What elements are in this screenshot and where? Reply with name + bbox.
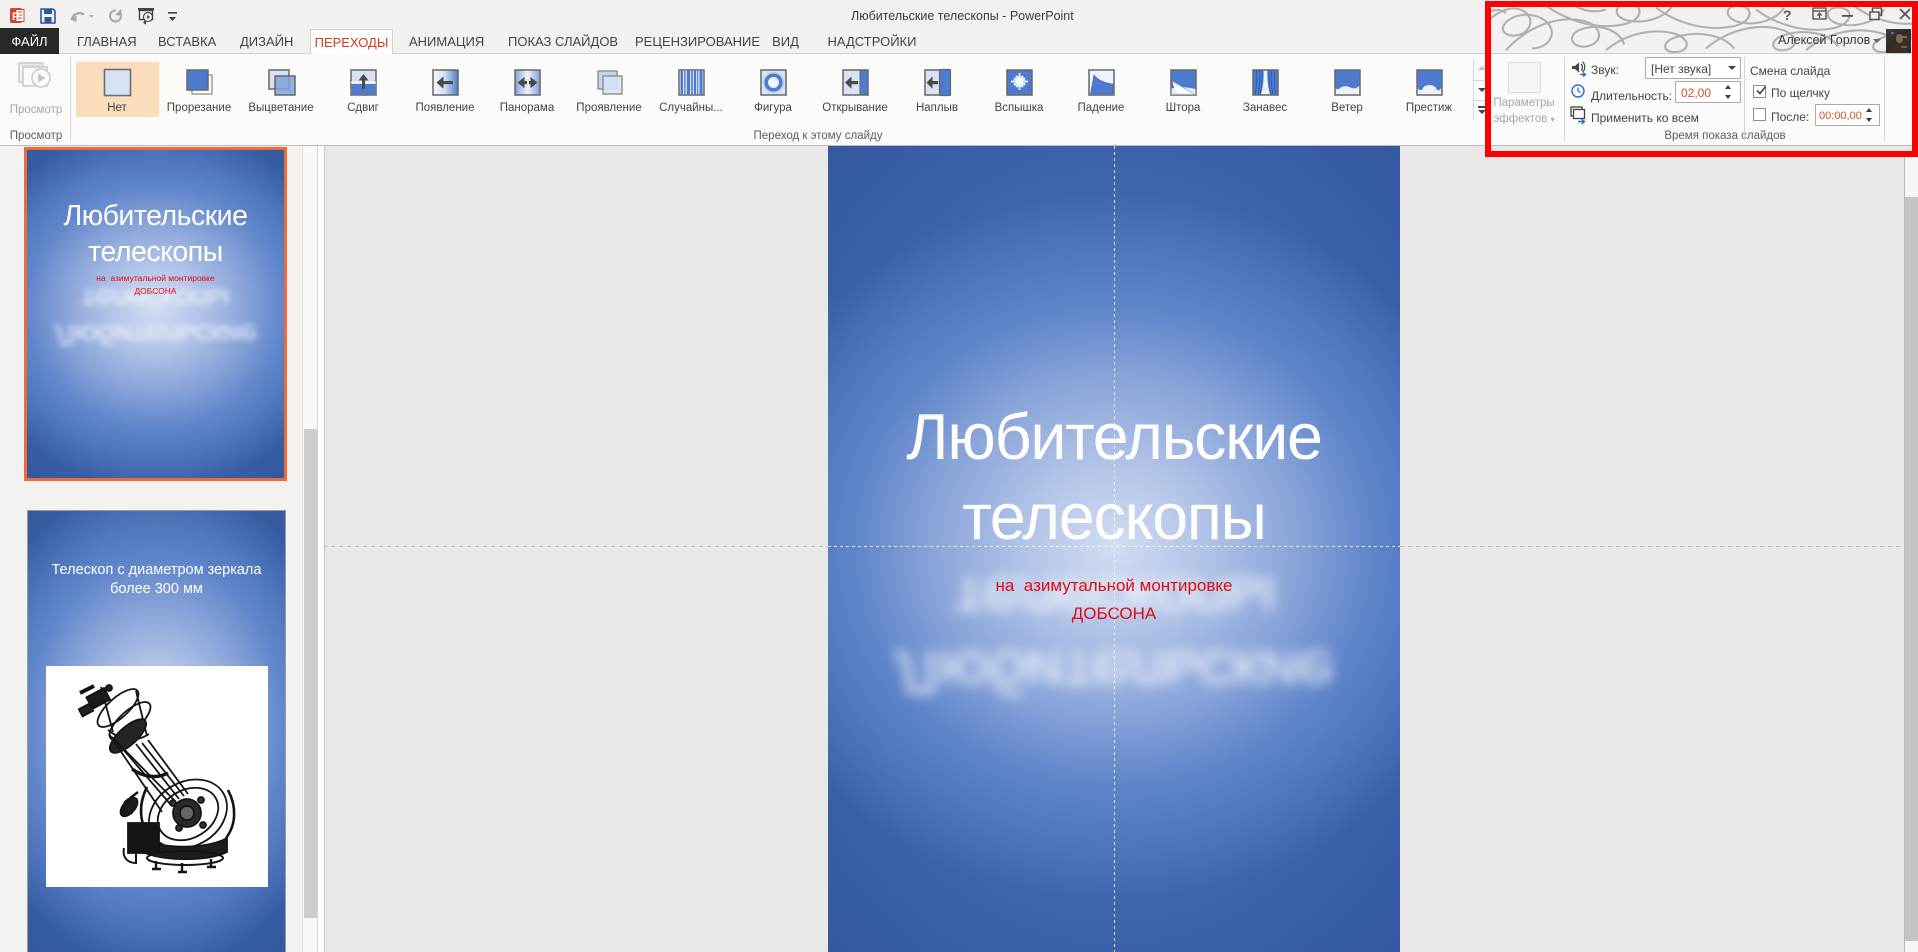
- svg-text:P: P: [12, 11, 19, 23]
- svg-text:?: ?: [1783, 7, 1792, 23]
